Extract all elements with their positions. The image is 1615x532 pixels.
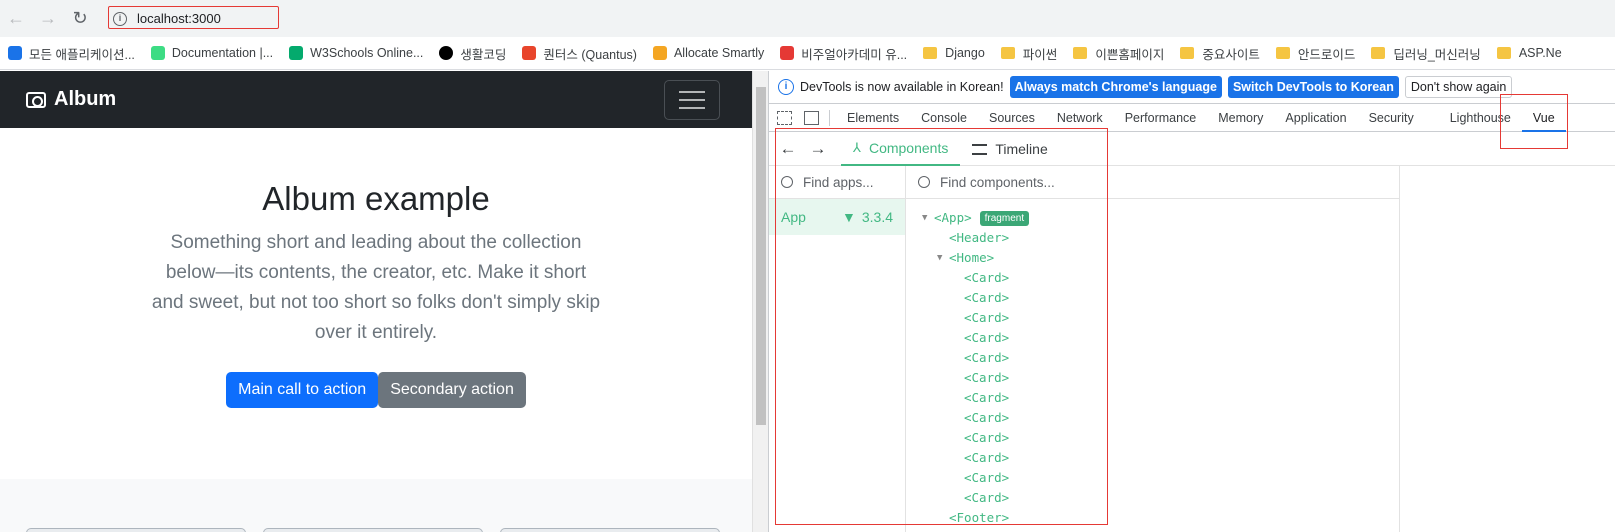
switch-korean-button[interactable]: Switch DevTools to Korean <box>1227 76 1399 98</box>
bookmark-item[interactable]: 비주얼아카데미 유... <box>780 44 907 63</box>
address-bar[interactable]: i localhost:3000 <box>108 6 1608 31</box>
bookmark-item[interactable]: ASP.Ne <box>1496 46 1562 60</box>
apps-icon <box>8 46 22 60</box>
bookmark-label: 모든 애플리케이션... <box>29 47 135 62</box>
bookmark-label: 퀀터스 (Quantus) <box>543 47 637 62</box>
dont-show-again-button[interactable]: Don't show again <box>1404 76 1513 98</box>
tab-application[interactable]: Application <box>1274 104 1357 132</box>
bookmark-item[interactable]: 파이썬 <box>1000 44 1058 63</box>
page-viewport: Album Album example Something short and … <box>0 71 752 532</box>
bookmark-item[interactable]: Django <box>923 46 985 60</box>
info-icon: i <box>778 79 794 95</box>
bookmark-item[interactable]: Allocate Smartly <box>652 46 765 60</box>
bookmark-item[interactable]: 중요사이트 <box>1180 44 1260 63</box>
bookmark-label: 딥러닝_머신러닝 <box>1393 47 1481 62</box>
address-highlight <box>108 6 279 29</box>
folder-icon <box>1073 47 1088 59</box>
browser-toolbar: ← → ↻ i localhost:3000 <box>0 0 1615 37</box>
camera-icon <box>26 91 46 108</box>
infobar-text: DevTools is now available in Korean! <box>800 80 1004 94</box>
bookmark-label: 안드로이드 <box>1297 47 1356 62</box>
bookmark-label: 생활코딩 <box>460 47 507 62</box>
hamburger-line <box>679 98 705 101</box>
folder-icon <box>923 47 938 59</box>
bookmark-label: ASP.Ne <box>1518 46 1562 60</box>
bookmark-item[interactable]: 퀀터스 (Quantus) <box>522 44 637 63</box>
panel-highlight <box>775 128 1108 525</box>
quantus-icon <box>522 46 537 60</box>
bookmark-item[interactable]: 생활코딩 <box>439 44 506 63</box>
hamburger-line <box>679 106 705 109</box>
tab-memory[interactable]: Memory <box>1207 104 1274 132</box>
bookmark-label: Allocate Smartly <box>673 46 765 60</box>
devtools-infobar: i DevTools is now available in Korean! A… <box>769 71 1615 104</box>
album-section <box>0 479 752 532</box>
secondary-action-button[interactable]: Secondary action <box>378 372 526 408</box>
android-icon <box>150 46 165 60</box>
navbar-toggler-button[interactable] <box>664 79 720 120</box>
hero-title: Album example <box>262 180 490 217</box>
match-language-button[interactable]: Always match Chrome's language <box>1009 76 1222 98</box>
bookmark-item[interactable]: W3Schools Online... <box>289 46 423 60</box>
inspect-element-icon[interactable] <box>777 110 792 125</box>
bookmark-item[interactable]: 이쁜홈페이지 <box>1073 44 1164 63</box>
brand-label: Album <box>54 88 117 110</box>
bookmark-item[interactable]: 안드로이드 <box>1275 44 1356 63</box>
tab-performance[interactable]: Performance <box>1114 104 1208 132</box>
folder-icon <box>1180 47 1195 59</box>
tab-security[interactable]: Security <box>1358 104 1425 132</box>
bookmark-item[interactable]: 모든 애플리케이션... <box>8 44 135 63</box>
devtools-panel: i DevTools is now available in Korean! A… <box>768 71 1615 532</box>
main-action-button[interactable]: Main call to action <box>226 372 379 408</box>
link-icon <box>780 46 795 60</box>
dot-icon <box>439 46 454 60</box>
bookmark-label: Django <box>945 46 985 60</box>
bookmark-label: W3Schools Online... <box>310 46 424 60</box>
folder-icon <box>1371 47 1386 59</box>
card <box>263 528 483 532</box>
back-icon[interactable]: ← <box>2 5 30 33</box>
folder-icon <box>1000 47 1015 59</box>
hamburger-line <box>679 90 705 93</box>
bookmark-item[interactable]: 딥러닝_머신러닝 <box>1371 44 1481 63</box>
allocate-icon <box>652 46 667 60</box>
w3schools-icon <box>289 46 304 60</box>
bookmark-label: 중요사이트 <box>1202 47 1260 62</box>
bookmarks-bar: 모든 애플리케이션... Documentation |... W3Schools … <box>0 37 1615 70</box>
bookmark-label: 이쁜홈페이지 <box>1095 47 1165 62</box>
bookmark-label: Documentation |... <box>171 46 274 60</box>
folder-icon <box>1275 47 1290 59</box>
forward-icon[interactable]: → <box>34 5 62 33</box>
scrollbar-thumb[interactable] <box>756 87 766 425</box>
brand[interactable]: Album <box>26 88 116 111</box>
reload-icon[interactable]: ↻ <box>66 5 94 33</box>
navbar: Album <box>0 71 752 128</box>
card <box>500 528 720 532</box>
bookmark-item[interactable]: Documentation |... <box>150 46 274 60</box>
card <box>26 528 246 532</box>
hero-lead: Something short and leading about the co… <box>151 232 601 343</box>
divider <box>829 109 830 126</box>
hero-section: Album example Something short and leadin… <box>0 128 752 408</box>
device-toolbar-icon[interactable] <box>804 110 819 125</box>
bookmark-label: 비주얼아카데미 유... <box>801 47 908 62</box>
folder-icon <box>1496 47 1511 59</box>
bookmark-label: 파이썬 <box>1022 47 1058 62</box>
page-scrollbar[interactable] <box>752 71 768 532</box>
hero-buttons: Main call to action Secondary action <box>0 372 752 408</box>
inspector-pane <box>1400 166 1615 532</box>
